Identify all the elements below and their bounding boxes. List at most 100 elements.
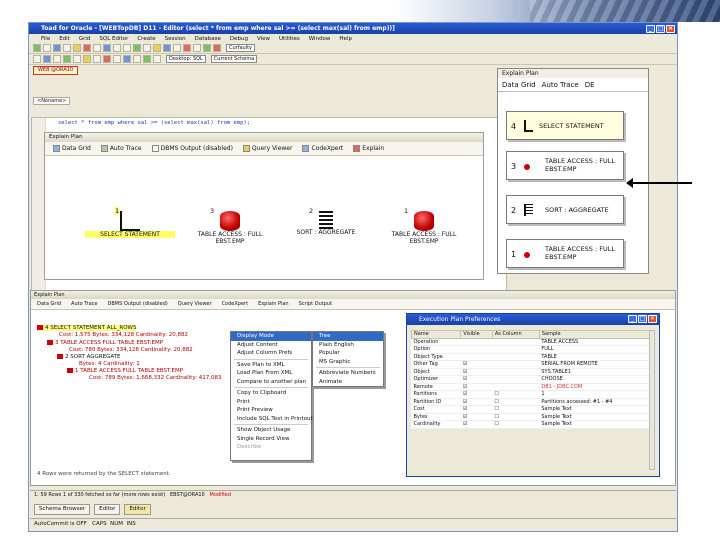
column-header-name[interactable]: Name	[410, 330, 462, 339]
submenu-tree[interactable]: Tree	[313, 332, 383, 341]
debug-icon[interactable]	[183, 44, 191, 52]
plan-node-table-access-1[interactable]: 3 TABLE ACCESS : FULL EBST.EMP	[185, 207, 275, 245]
lower-tab-query-viewer[interactable]: Query Viewer	[178, 301, 212, 307]
grid-icon[interactable]	[103, 44, 111, 52]
paste-icon[interactable]	[133, 44, 141, 52]
undo-icon[interactable]	[143, 44, 151, 52]
menu-copy-clipboard[interactable]: Copy to Clipboard	[231, 389, 311, 398]
toolbar-icon-m[interactable]	[153, 55, 161, 63]
menu-utilities[interactable]: Utilities	[279, 36, 300, 42]
toolbar-icon-i[interactable]	[113, 55, 121, 63]
menu-grid[interactable]: Grid	[79, 36, 91, 42]
cut-icon[interactable]	[113, 44, 121, 52]
close-button[interactable]: ×	[648, 315, 657, 323]
toolbar-icon-c[interactable]	[53, 55, 61, 63]
pref-as-column-checkbox[interactable]	[492, 375, 540, 384]
pref-as-column-checkbox[interactable]	[492, 338, 540, 346]
copy-icon[interactable]	[123, 44, 131, 52]
editor-tab[interactable]: <Noname>	[33, 97, 71, 105]
lower-tab-codexpert[interactable]: CodeXpert	[222, 301, 249, 307]
preference-row[interactable]: Cardinality ☑ ☐ Sample Text	[411, 420, 651, 429]
inset-box-select[interactable]: 4 SELECT STATEMENT	[506, 111, 624, 140]
inset-box-table-access-1[interactable]: 3 TABLE ACCESS : FULL EBST.EMP	[506, 151, 624, 180]
lower-tab-auto-trace[interactable]: Auto Trace	[71, 301, 97, 307]
current-schema-combo[interactable]: Current Schema	[210, 55, 258, 63]
toolbar-icon-b[interactable]	[43, 55, 51, 63]
menu-database[interactable]: Database	[195, 36, 221, 42]
maximize-button[interactable]: □	[656, 24, 665, 33]
menu-describe[interactable]: Describe	[231, 443, 311, 452]
toolbar-icon-a[interactable]	[33, 55, 41, 63]
submenu-plain-english[interactable]: Plain English	[313, 341, 383, 350]
pref-as-column-checkbox[interactable]	[492, 345, 540, 354]
preference-row[interactable]: Partitions ☑ ☐ 1	[411, 390, 651, 399]
pref-visible-checkbox[interactable]: ☑	[460, 420, 493, 429]
menu-sql-editor[interactable]: SQL Editor	[99, 36, 128, 42]
tab-explain[interactable]: Explain	[353, 145, 384, 152]
minimize-button[interactable]: _	[628, 315, 637, 323]
menu-display-mode[interactable]: Display Mode	[231, 332, 311, 341]
pref-visible-checkbox[interactable]: ☑	[460, 383, 493, 391]
menu-edit[interactable]: Edit	[59, 36, 70, 42]
menu-show-object-usage[interactable]: Show Object Usage	[231, 426, 311, 435]
tab-auto-trace[interactable]: Auto Trace	[100, 145, 142, 152]
column-header-as-column[interactable]: As Column	[491, 330, 540, 339]
menu-single-record-view[interactable]: Single Record View	[231, 435, 311, 444]
menu-window[interactable]: Window	[309, 36, 331, 42]
menu-debug[interactable]: Debug	[230, 36, 248, 42]
lower-tab-dbms-output[interactable]: DBMS Output (disabled)	[108, 301, 168, 307]
toolbar-icon-k[interactable]	[133, 55, 141, 63]
submenu-animate[interactable]: Animate	[313, 378, 383, 387]
menu-print[interactable]: Print	[231, 398, 311, 407]
preference-row[interactable]: Other Tag ☑ SERIAL FROM REMOTE	[411, 360, 651, 369]
commit-icon[interactable]	[203, 44, 211, 52]
new-file-icon[interactable]	[43, 44, 51, 52]
preference-row[interactable]: Optimizer ☑ CHOOSE	[411, 375, 651, 384]
pref-as-column-checkbox[interactable]	[492, 360, 540, 369]
tree-row[interactable]: 4 SELECT STATEMENT ALL_ROWS	[37, 325, 137, 331]
submenu-abbreviate-numbers[interactable]: Abbreviate Numbers	[313, 369, 383, 378]
column-header-sample[interactable]: Sample	[538, 330, 652, 339]
pref-visible-checkbox[interactable]	[460, 345, 493, 354]
tree-row[interactable]: 1 TABLE ACCESS FULL TABLE EBST.EMP	[67, 368, 183, 374]
pref-as-column-checkbox[interactable]: ☐	[492, 413, 540, 421]
preference-row[interactable]: Object Type TABLE	[411, 353, 651, 361]
menu-adjust-content[interactable]: Adjust Content	[231, 341, 311, 350]
minimize-button[interactable]: _	[646, 24, 655, 33]
pref-as-column-checkbox[interactable]	[492, 353, 540, 361]
lower-tab-script-output[interactable]: Script Output	[299, 301, 332, 307]
pref-visible-checkbox[interactable]: ☑	[460, 398, 493, 406]
menu-session[interactable]: Session	[165, 36, 186, 42]
sql-statement[interactable]: select * from emp where sal >= (select m…	[58, 120, 250, 126]
preference-row[interactable]: Object ☑ SYS.TABLE1	[411, 368, 651, 376]
task-schema-browser[interactable]: Schema Browser	[34, 503, 91, 515]
inset-box-sort[interactable]: 2 SORT : AGGREGATE	[506, 195, 624, 224]
toolbar-icon-g[interactable]	[93, 55, 101, 63]
plan-node-table-access-2[interactable]: 1 TABLE ACCESS : FULL EBST.EMP	[379, 207, 469, 245]
preference-row[interactable]: Remote ☑ DB1 - JDBC.COM	[411, 383, 651, 391]
menu-view[interactable]: View	[257, 36, 270, 42]
open-icon[interactable]	[53, 44, 61, 52]
rollback-icon[interactable]	[213, 44, 221, 52]
pref-as-column-checkbox[interactable]: ☐	[492, 398, 540, 406]
options-icon[interactable]	[193, 44, 201, 52]
pref-visible-checkbox[interactable]: ☑	[460, 368, 493, 376]
tab-dbms-output[interactable]: DBMS Output (disabled)	[151, 145, 233, 152]
toolbar-icon-f[interactable]	[83, 55, 91, 63]
tab-data-grid[interactable]: Data Grid	[53, 145, 91, 152]
menu-save-plan-xml[interactable]: Save Plan to XML	[231, 361, 311, 370]
pref-as-column-checkbox[interactable]: ☐	[492, 420, 540, 429]
pref-visible-checkbox[interactable]: ☑	[460, 375, 493, 384]
schema-combo[interactable]: Curfaulty	[226, 44, 256, 52]
submenu-ms-graphic[interactable]: MS Graphic	[313, 358, 383, 367]
menu-load-plan-xml[interactable]: Load Plan From XML	[231, 369, 311, 378]
pref-visible-checkbox[interactable]: ☑	[460, 405, 493, 414]
lower-tab-explain-plan[interactable]: Explain Plan	[258, 301, 289, 307]
task-editor-1[interactable]: Editor	[94, 503, 121, 515]
submenu-popular[interactable]: Popular	[313, 349, 383, 358]
menu-adjust-column-prefs[interactable]: Adjust Column Prefs	[231, 349, 311, 358]
toolbar-icon-j[interactable]	[123, 55, 131, 63]
preference-row[interactable]: Operation TABLE ACCESS	[411, 338, 651, 346]
inset-tab-auto-trace[interactable]: Auto Trace	[542, 81, 579, 89]
close-button[interactable]: ×	[666, 24, 675, 33]
